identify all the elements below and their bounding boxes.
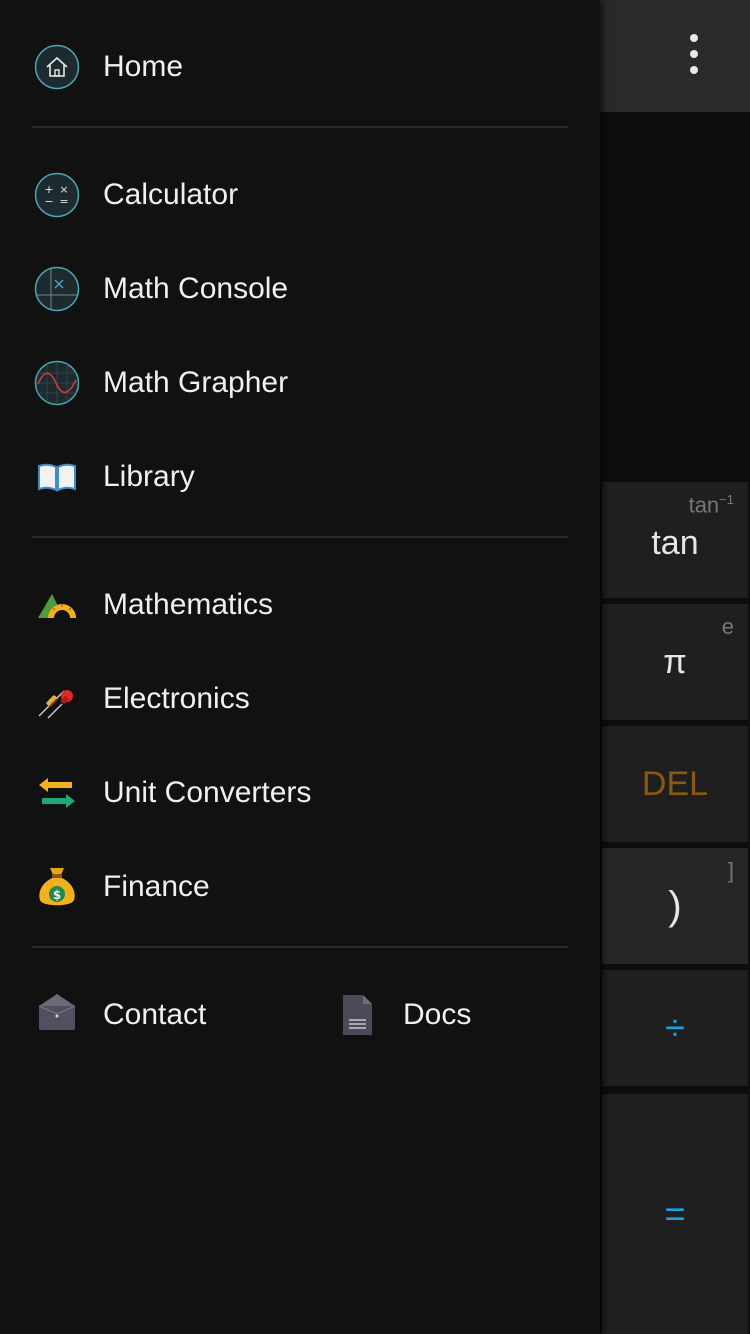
drawer-item-label: Home xyxy=(103,50,184,83)
dot xyxy=(690,34,698,42)
math-grapher-icon xyxy=(34,360,80,406)
key-pi-secondary: e xyxy=(721,614,734,639)
drawer-item-label: Math Grapher xyxy=(103,366,289,399)
money-bag-icon: $ xyxy=(34,864,80,910)
drawer-item-label: Electronics xyxy=(103,682,250,715)
document-icon xyxy=(334,992,380,1038)
navigation-drawer: Home + × − = Calculator Math Console Mat… xyxy=(0,0,600,1334)
contact-label: Contact xyxy=(103,998,207,1031)
key-divide[interactable]: ÷ xyxy=(602,970,748,1086)
key-tan-secondary: tan−1 xyxy=(688,492,734,518)
home-icon xyxy=(34,44,80,90)
key-divide-label: ÷ xyxy=(665,1007,685,1048)
docs-label: Docs xyxy=(403,998,472,1031)
key-close-paren-secondary: ] xyxy=(727,858,734,883)
app-root: tan−1 tan e π DEL ] ) ÷ = Home + × − = C… xyxy=(0,0,750,1334)
drawer-item-label: Library xyxy=(103,460,195,493)
drawer-item-math-console[interactable]: Math Console xyxy=(0,249,600,329)
key-pi[interactable]: e π xyxy=(602,604,748,720)
svg-text:=: = xyxy=(59,195,68,208)
drawer-item-label: Calculator xyxy=(103,178,239,211)
key-tan[interactable]: tan−1 tan xyxy=(602,482,748,598)
drawer-item-math-grapher[interactable]: Math Grapher xyxy=(0,343,600,423)
drawer-item-library[interactable]: Library xyxy=(0,437,600,517)
swap-arrows-icon xyxy=(34,770,80,816)
key-del[interactable]: DEL xyxy=(602,726,748,842)
key-close-paren[interactable]: ] ) xyxy=(602,848,748,964)
resistor-led-icon xyxy=(34,676,80,722)
divider xyxy=(32,536,568,538)
drawer-item-calculator[interactable]: + × − = Calculator xyxy=(0,155,600,235)
drawer-item-label: Math Console xyxy=(103,272,289,305)
drawer-item-label: Finance xyxy=(103,870,210,903)
dot xyxy=(690,50,698,58)
key-equals-label: = xyxy=(664,1193,686,1234)
drawer-item-docs[interactable]: Docs xyxy=(300,975,600,1055)
drawer-item-contact[interactable]: Contact xyxy=(0,975,300,1055)
drawer-item-electronics[interactable]: Electronics xyxy=(0,659,600,739)
drawer-item-mathematics[interactable]: Mathematics xyxy=(0,565,600,645)
drawer-item-label: Unit Converters xyxy=(103,776,312,809)
key-tan-label: tan xyxy=(651,523,699,562)
divider xyxy=(32,126,568,128)
drawer-item-unit-converters[interactable]: Unit Converters xyxy=(0,753,600,833)
book-icon xyxy=(34,454,80,500)
math-console-icon xyxy=(34,266,80,312)
key-close-paren-label: ) xyxy=(668,883,682,928)
svg-text:−: − xyxy=(44,195,53,208)
key-del-label: DEL xyxy=(641,764,709,803)
key-pi-label: π xyxy=(663,642,687,681)
key-equals[interactable]: = xyxy=(602,1094,748,1334)
drawer-item-label: Mathematics xyxy=(103,588,274,621)
svg-text:$: $ xyxy=(53,888,61,902)
dot xyxy=(690,66,698,74)
calculator-icon: + × − = xyxy=(34,172,80,218)
mail-icon xyxy=(34,992,80,1038)
drawer-item-finance[interactable]: $ Finance xyxy=(0,847,600,927)
divider xyxy=(32,946,568,948)
overflow-menu-icon[interactable] xyxy=(682,34,706,74)
protractor-icon xyxy=(34,582,80,628)
drawer-item-home[interactable]: Home xyxy=(0,27,600,107)
